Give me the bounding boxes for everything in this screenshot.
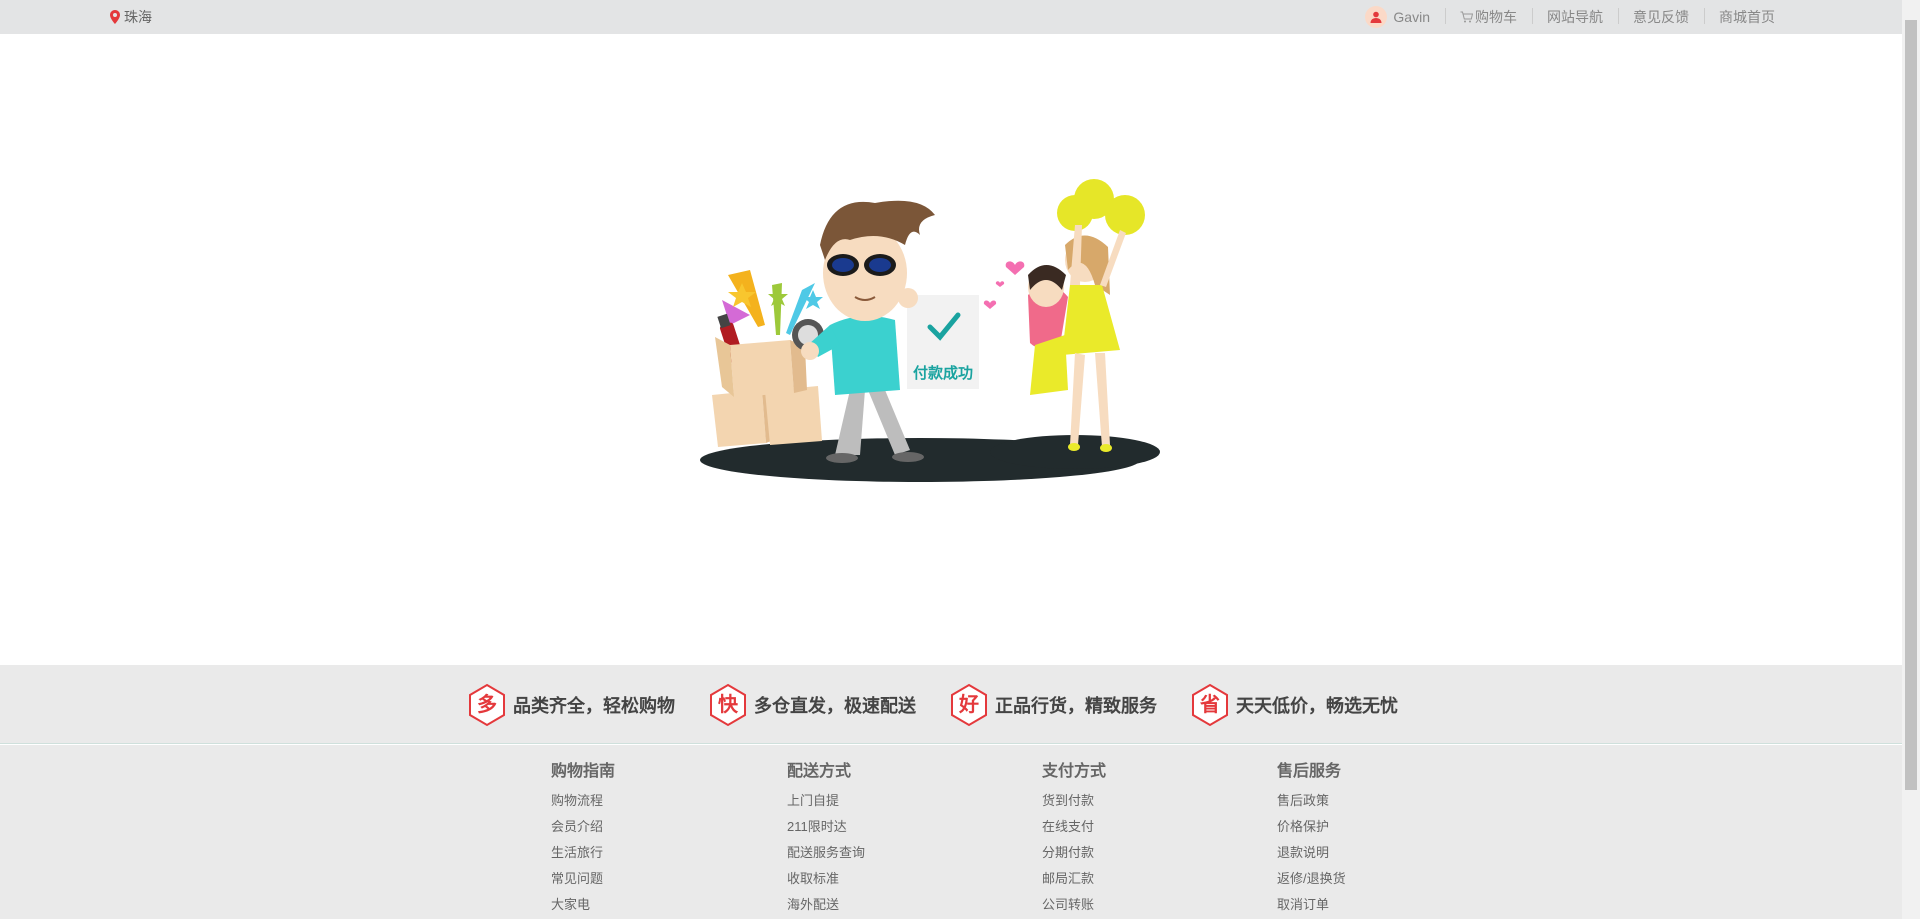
footer-link[interactable]: 海外配送 bbox=[787, 892, 865, 918]
location-selector[interactable]: 珠海 bbox=[110, 0, 152, 34]
footer-link[interactable]: 会员介绍 bbox=[551, 814, 615, 840]
footer-column-after-sales: 售后服务 售后政策 价格保护 退款说明 返修/退换货 取消订单 bbox=[1277, 762, 1346, 918]
footer-links: 购物指南 购物流程 会员介绍 生活旅行 常见问题 大家电 配送方式 上门自提 2… bbox=[0, 745, 1902, 919]
footer-column-shopping-guide: 购物指南 购物流程 会员介绍 生活旅行 常见问题 大家电 bbox=[551, 762, 615, 918]
top-nav: Gavin 购物车 网站导航 意见反馈 商城首页 bbox=[1365, 0, 1790, 34]
hexagon-badge-icon: 省 bbox=[1190, 683, 1230, 727]
footer-link[interactable]: 价格保护 bbox=[1277, 814, 1346, 840]
feedback-link[interactable]: 意见反馈 bbox=[1618, 7, 1704, 27]
cart-label: 购物车 bbox=[1475, 9, 1517, 25]
site-nav-link[interactable]: 网站导航 bbox=[1532, 7, 1618, 27]
cart-icon bbox=[1460, 11, 1473, 23]
service-slogans-band: 多 品类齐全，轻松购物 快 多仓直发，极速配送 好 正品行货，精致服务 省 天天… bbox=[0, 665, 1902, 744]
footer-link[interactable]: 大家电 bbox=[551, 892, 615, 918]
mall-home-label: 商城首页 bbox=[1719, 9, 1775, 25]
slogan-item: 多 品类齐全，轻松购物 bbox=[467, 683, 708, 727]
footer-link[interactable]: 公司转账 bbox=[1042, 892, 1106, 918]
footer-link[interactable]: 上门自提 bbox=[787, 788, 865, 814]
user-menu[interactable]: Gavin bbox=[1365, 6, 1445, 28]
slogan-item: 快 多仓直发，极速配送 bbox=[708, 683, 949, 727]
footer-link[interactable]: 在线支付 bbox=[1042, 814, 1106, 840]
slogan-list: 多 品类齐全，轻松购物 快 多仓直发，极速配送 好 正品行货，精致服务 省 天天… bbox=[467, 683, 1431, 727]
scrollbar-thumb[interactable] bbox=[1905, 20, 1917, 790]
feedback-label: 意见反馈 bbox=[1633, 9, 1689, 25]
footer-link[interactable]: 邮局汇款 bbox=[1042, 866, 1106, 892]
hexagon-badge-icon: 多 bbox=[467, 683, 507, 727]
footer-link[interactable]: 退款说明 bbox=[1277, 840, 1346, 866]
hexagon-badge-icon: 快 bbox=[708, 683, 748, 727]
footer-link[interactable]: 分期付款 bbox=[1042, 840, 1106, 866]
slogan-icon-char: 多 bbox=[477, 694, 497, 716]
top-bar: 珠海 Gavin 购物车 网站导航 意见反馈 商城首页 bbox=[0, 0, 1902, 34]
user-icon bbox=[1370, 11, 1382, 23]
location-label: 珠海 bbox=[124, 9, 152, 25]
slogan-item: 好 正品行货，精致服务 bbox=[949, 683, 1190, 727]
username: Gavin bbox=[1393, 9, 1430, 25]
footer-column-delivery: 配送方式 上门自提 211限时达 配送服务查询 收取标准 海外配送 bbox=[787, 762, 865, 918]
footer-link[interactable]: 购物流程 bbox=[551, 788, 615, 814]
page-scrollbar[interactable] bbox=[1902, 0, 1920, 919]
mall-home-link[interactable]: 商城首页 bbox=[1704, 7, 1790, 27]
payment-success-page: 珠海 Gavin 购物车 网站导航 意见反馈 商城首页 付款成功 多 品类齐全，… bbox=[0, 0, 1920, 919]
slogan-text: 多仓直发，极速配送 bbox=[754, 696, 916, 716]
footer-link[interactable]: 生活旅行 bbox=[551, 840, 615, 866]
footer-link[interactable]: 取消订单 bbox=[1277, 892, 1346, 918]
hexagon-badge-icon: 好 bbox=[949, 683, 989, 727]
footer-link[interactable]: 货到付款 bbox=[1042, 788, 1106, 814]
footer-link[interactable]: 配送服务查询 bbox=[787, 840, 865, 866]
cart-link[interactable]: 购物车 bbox=[1445, 7, 1532, 27]
footer-column-title: 售后服务 bbox=[1277, 763, 1342, 780]
slogan-text: 正品行货，精致服务 bbox=[995, 696, 1157, 716]
footer-column-title: 支付方式 bbox=[1042, 763, 1107, 780]
footer-column-title: 购物指南 bbox=[551, 763, 616, 780]
slogan-item: 省 天天低价，畅选无忧 bbox=[1190, 683, 1431, 727]
success-scene-image: 付款成功 bbox=[700, 179, 1160, 482]
payment-success-illustration: 付款成功 bbox=[690, 175, 1160, 495]
success-badge-text: 付款成功 bbox=[913, 364, 973, 382]
footer-link[interactable]: 211限时达 bbox=[787, 814, 865, 840]
location-pin-icon bbox=[110, 10, 120, 24]
slogan-text: 天天低价，畅选无忧 bbox=[1236, 696, 1398, 716]
site-nav-label: 网站导航 bbox=[1547, 9, 1603, 25]
slogan-icon-char: 快 bbox=[718, 694, 738, 716]
slogan-icon-char: 好 bbox=[959, 694, 979, 716]
footer-column-payment: 支付方式 货到付款 在线支付 分期付款 邮局汇款 公司转账 bbox=[1042, 762, 1106, 918]
footer-link[interactable]: 收取标准 bbox=[787, 866, 865, 892]
footer-column-title: 配送方式 bbox=[787, 763, 852, 780]
footer-link[interactable]: 常见问题 bbox=[551, 866, 615, 892]
slogan-text: 品类齐全，轻松购物 bbox=[513, 696, 675, 716]
footer-link[interactable]: 售后政策 bbox=[1277, 788, 1346, 814]
slogan-icon-char: 省 bbox=[1200, 694, 1220, 716]
footer-link[interactable]: 返修/退换货 bbox=[1277, 866, 1346, 892]
avatar bbox=[1365, 6, 1388, 28]
